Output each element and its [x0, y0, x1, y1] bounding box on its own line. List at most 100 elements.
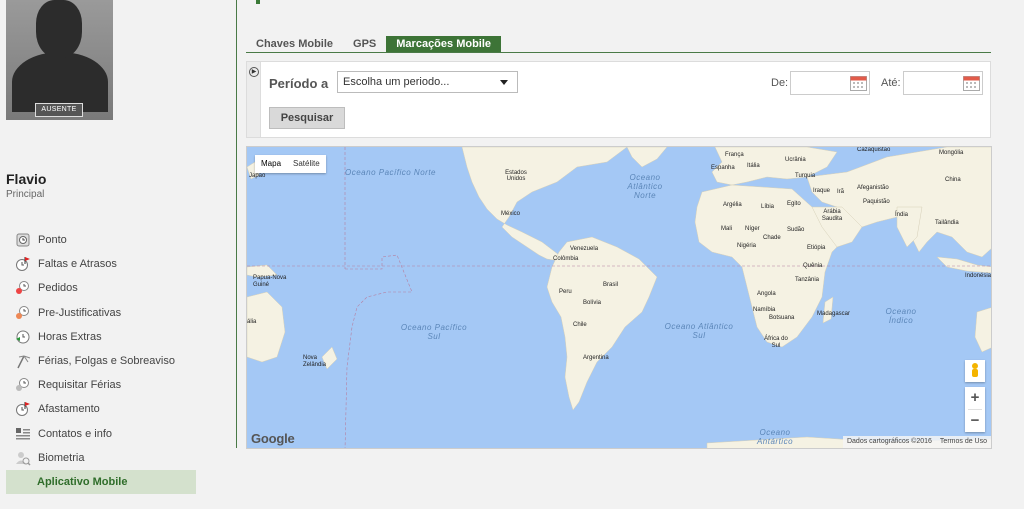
user-role: Principal [6, 189, 45, 200]
sidebar-item-ponto[interactable]: Ponto [6, 228, 196, 252]
sidebar-item-requisitar-ferias[interactable]: Requisitar Férias [6, 373, 196, 397]
place-label: ália [247, 319, 257, 325]
place-label: Venezuela [570, 246, 599, 252]
clock-flag-icon [15, 256, 31, 272]
sidebar-item-pre-justificativas[interactable]: Pre-Justificativas [6, 301, 196, 325]
place-label: Chile [573, 322, 587, 328]
chevron-down-icon [500, 80, 508, 85]
map[interactable]: Oceano Pacífico Norte Oceano Atlântico N… [246, 146, 992, 449]
map-attribution-text: Dados cartográficos ©2016 [846, 438, 932, 445]
place-label: Estados Unidos [505, 170, 527, 182]
map-type-map-button[interactable]: Mapa [255, 155, 287, 173]
search-button[interactable]: Pesquisar [269, 107, 345, 129]
zoom-in-button[interactable]: + [965, 387, 985, 409]
vacation-icon [15, 353, 31, 369]
place-label: Mongólia [939, 150, 964, 156]
tab-bar: Chaves Mobile GPS Marcações Mobile [246, 36, 502, 53]
sidebar-item-horas-extras[interactable]: Horas Extras [6, 325, 196, 349]
map-attribution: Dados cartográficos ©2016 Termos de Uso [842, 436, 991, 448]
sidebar-item-aplicativo-mobile[interactable]: Aplicativo Mobile [6, 469, 196, 495]
google-logo: Google [251, 431, 295, 446]
place-label: Cazaquistão [857, 147, 891, 153]
place-label: Irã [837, 189, 845, 195]
sidebar-item-label: Biometria [38, 451, 85, 464]
sidebar-item-label: Férias, Folgas e Sobreaviso [38, 355, 175, 368]
tabs-underline [246, 52, 991, 53]
sidebar-item-label: Requisitar Férias [38, 379, 122, 392]
sidebar-item-afastamento[interactable]: Afastamento [6, 397, 196, 421]
place-label: Chade [763, 235, 781, 241]
sidebar-item-ferias-folgas[interactable]: Férias, Folgas e Sobreaviso [6, 349, 196, 373]
leave-icon [15, 401, 31, 417]
calendar-icon[interactable] [850, 75, 867, 91]
to-date-input[interactable] [903, 71, 983, 95]
tab-chaves-mobile[interactable]: Chaves Mobile [246, 36, 343, 53]
place-label: China [945, 177, 961, 183]
periodo-label: Período a [269, 76, 329, 91]
calendar-icon[interactable] [963, 75, 980, 91]
sidebar-item-pedidos[interactable]: Pedidos [6, 276, 196, 300]
place-label: Afeganistão [857, 185, 889, 191]
place-label: África do Sul [764, 336, 788, 349]
sidebar-item-label: Aplicativo Mobile [37, 475, 128, 488]
from-date-label: De: [771, 77, 789, 89]
place-label: Níger [745, 226, 760, 232]
collapse-toggle-icon[interactable]: ▶ [249, 67, 259, 77]
place-label: Etiópia [807, 245, 826, 251]
place-label: Arábia Saudita [821, 209, 843, 222]
ocean-label: Oceano Atlântico Norte [627, 173, 663, 200]
map-type-satellite-button[interactable]: Satélite [287, 155, 326, 173]
sidebar-item-label: Faltas e Atrasos [38, 258, 117, 271]
place-label: Indonésia [965, 273, 992, 279]
sidebar-item-faltas[interactable]: Faltas e Atrasos [6, 252, 196, 276]
zoom-out-button[interactable]: − [965, 410, 985, 432]
clock-icon [15, 232, 31, 248]
place-label: Argélia [723, 202, 742, 208]
sidebar-menu: Ponto Faltas e Atrasos Pedidos Pre-Justi… [6, 228, 196, 495]
place-label: Índia [895, 212, 909, 218]
map-terms-link[interactable]: Termos de Uso [940, 436, 987, 448]
from-date-input[interactable] [790, 71, 870, 95]
place-label: Líbia [761, 204, 775, 210]
tab-gps[interactable]: GPS [343, 36, 386, 53]
sidebar-item-label: Pedidos [38, 282, 78, 295]
place-label: Botsuana [769, 315, 795, 321]
sidebar-item-biometria[interactable]: Biometria [6, 446, 196, 470]
place-label: Quênia [803, 263, 823, 269]
place-label: Espanha [711, 165, 735, 171]
contacts-icon [15, 426, 31, 442]
place-label: Paquistão [863, 199, 890, 205]
place-label: Iraque [813, 188, 831, 194]
sidebar-divider [236, 0, 237, 448]
tab-marcacoes-mobile[interactable]: Marcações Mobile [386, 36, 502, 53]
status-badge[interactable]: AUSENTE [35, 103, 83, 117]
place-label: França [725, 152, 744, 158]
sidebar-item-label: Contatos e info [38, 427, 112, 440]
periodo-select[interactable]: Escolha um periodo... [337, 71, 518, 93]
pegman-icon[interactable] [965, 360, 985, 382]
place-label: México [501, 211, 521, 217]
ocean-label: Oceano Atlântico Sul [664, 322, 734, 340]
zoom-control: + − [965, 387, 985, 432]
place-label: Nova Zelândia [303, 355, 327, 368]
avatar-silhouette-head [36, 0, 82, 58]
request-vacation-icon [15, 377, 31, 393]
place-label: Itália [747, 163, 760, 169]
sidebar-item-label: Pre-Justificativas [38, 306, 122, 319]
place-label: Madagascar [817, 311, 851, 317]
place-label: Peru [559, 289, 572, 295]
overtime-icon [15, 329, 31, 345]
place-label: Turquia [795, 173, 816, 179]
place-label: Papua-Nova Guiné [253, 275, 287, 288]
collapse-strip[interactable]: ▶ [247, 62, 261, 137]
sidebar-item-contatos[interactable]: Contatos e info [6, 422, 196, 446]
request-icon [15, 280, 31, 296]
place-label: Mali [721, 226, 733, 232]
periodo-select-value: Escolha um periodo... [343, 76, 450, 88]
place-label: Tanzânia [795, 277, 820, 283]
place-label: Nigéria [737, 243, 757, 249]
place-label: Ucrânia [785, 157, 806, 163]
to-date-label: Até: [881, 77, 901, 89]
place-label: Egito [787, 201, 801, 207]
ocean-label: Oceano Índico [885, 307, 917, 325]
